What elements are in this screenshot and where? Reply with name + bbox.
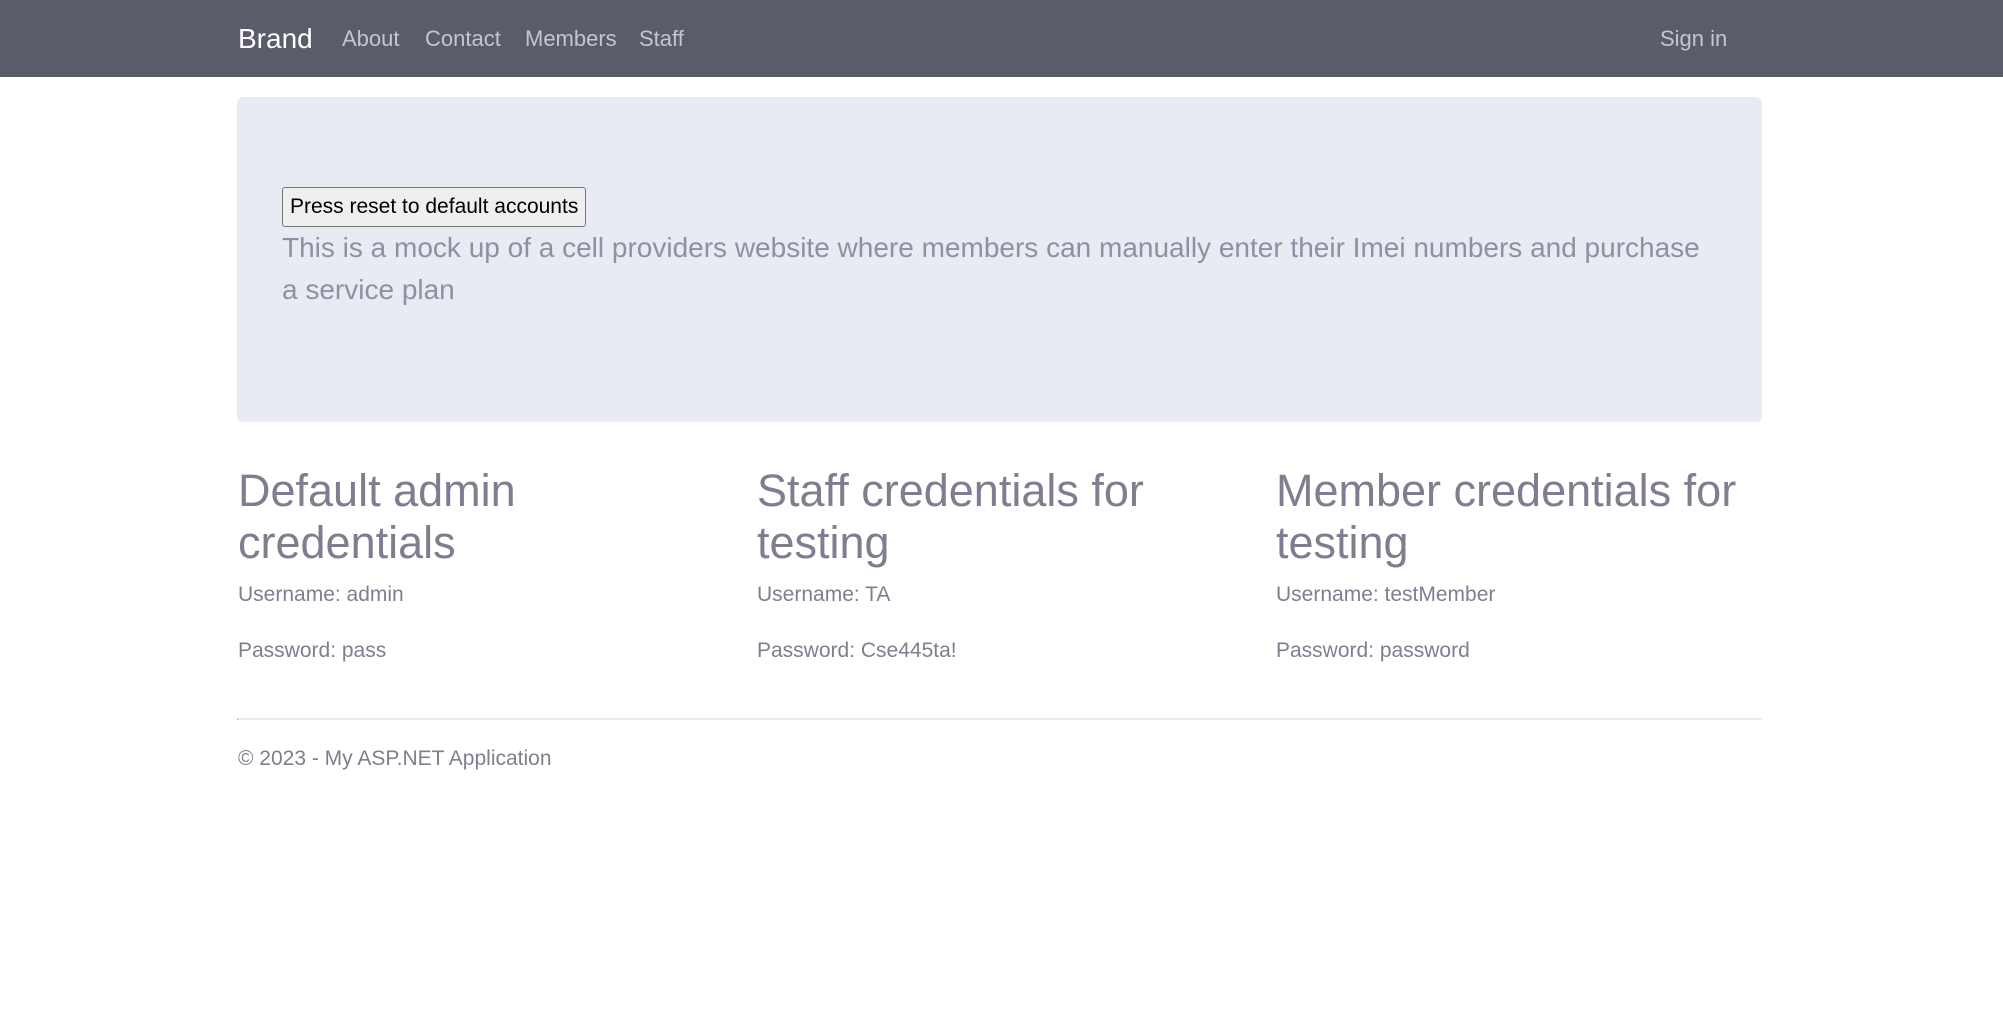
nav-link-members[interactable]: Members <box>525 24 617 54</box>
member-password: Password: password <box>1276 639 1470 662</box>
staff-username: Username: TA <box>757 583 891 606</box>
top-navbar: Brand About Contact Members Staff Sign i… <box>0 0 2003 77</box>
navbar-container: Brand About Contact Members Staff Sign i… <box>238 0 1762 77</box>
admin-credentials-column: Default admin credentials Username: admi… <box>238 465 738 693</box>
member-username: Username: testMember <box>1276 583 1496 606</box>
nav-link-staff[interactable]: Staff <box>639 24 684 54</box>
admin-username: Username: admin <box>238 583 404 606</box>
staff-password: Password: Cse445ta! <box>757 639 957 662</box>
staff-credentials-column: Staff credentials for testing Username: … <box>757 465 1257 693</box>
nav-link-about[interactable]: About <box>342 24 400 54</box>
nav-link-contact[interactable]: Contact <box>425 24 501 54</box>
sign-in-link[interactable]: Sign in <box>1660 24 1727 54</box>
site-description: This is a mock up of a cell providers we… <box>282 232 1700 305</box>
admin-password: Password: pass <box>238 639 387 662</box>
footer-divider <box>237 718 1762 720</box>
member-credentials-heading: Member credentials for testing <box>1276 465 1737 568</box>
brand-link[interactable]: Brand <box>238 22 313 56</box>
admin-credentials-heading: Default admin credentials <box>238 465 516 568</box>
reset-default-accounts-button[interactable]: Press reset to default accounts <box>282 187 587 227</box>
jumbotron: Press reset to default accounts This is … <box>237 97 1762 422</box>
footer-copyright: © 2023 - My ASP.NET Application <box>238 747 552 770</box>
staff-credentials-heading: Staff credentials for testing <box>757 465 1144 568</box>
member-credentials-column: Member credentials for testing Username:… <box>1276 465 1776 693</box>
